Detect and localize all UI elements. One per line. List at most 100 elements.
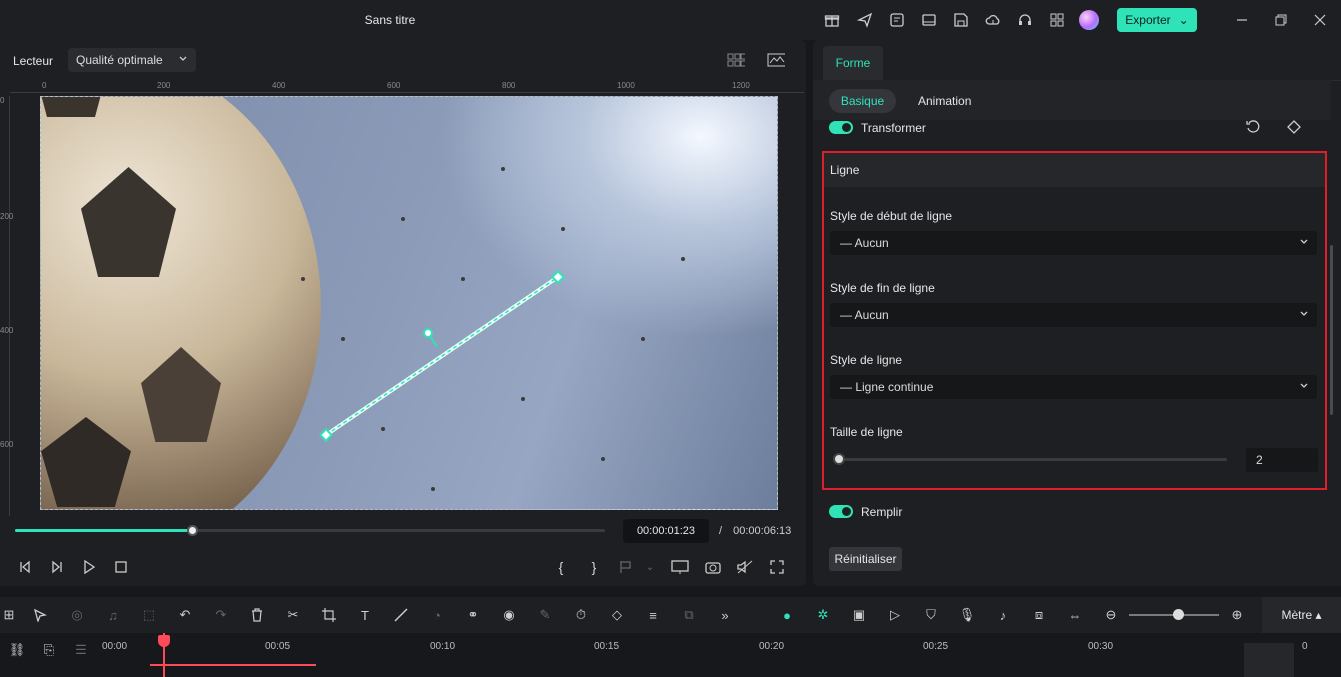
- total-time: 00:00:06:13: [733, 525, 792, 537]
- display-settings-icon[interactable]: [671, 558, 689, 576]
- export-button[interactable]: Exporter ⌄: [1117, 8, 1197, 32]
- grid-icon[interactable]: [1048, 11, 1066, 29]
- next-frame-icon[interactable]: [48, 558, 66, 576]
- unlink-icon[interactable]: ⛓: [8, 641, 26, 659]
- end-style-label: Style de fin de ligne: [830, 281, 935, 295]
- zoom-in-icon[interactable]: ⊕: [1228, 606, 1246, 624]
- layout-grid-icon[interactable]: ⊞: [0, 606, 18, 624]
- mark-in-icon[interactable]: {: [552, 558, 570, 576]
- crop-tool-icon[interactable]: ⬚: [140, 606, 158, 624]
- chevron-down-icon[interactable]: ⌄: [641, 558, 659, 576]
- delete-icon[interactable]: [248, 606, 266, 624]
- shield-icon[interactable]: ⛉: [922, 606, 940, 624]
- line-size-input[interactable]: 2: [1246, 448, 1318, 472]
- zoom-out-icon[interactable]: ⊖: [1102, 606, 1120, 624]
- window-title: Sans titre: [364, 13, 416, 27]
- line-settings-section: Ligne Style de début de ligne — Aucun St…: [822, 151, 1327, 490]
- panel-scrollbar[interactable]: [1330, 245, 1333, 415]
- timeline[interactable]: ⛓ ⎘ ☰ 00:00 00:05 00:10 00:15 00:20 00:2…: [0, 633, 1341, 677]
- audio-tool-icon[interactable]: ♫: [104, 606, 122, 624]
- fit-icon[interactable]: ⇔: [1066, 606, 1084, 624]
- preview-icon[interactable]: ▷: [886, 606, 904, 624]
- line-icon[interactable]: [392, 606, 410, 624]
- save-icon[interactable]: [952, 11, 970, 29]
- restore-icon[interactable]: [1273, 12, 1289, 28]
- close-icon[interactable]: [1312, 12, 1328, 28]
- music-list-icon[interactable]: ♪: [994, 606, 1012, 624]
- headset-icon[interactable]: [1016, 11, 1034, 29]
- ai-edit-icon[interactable]: ✎: [536, 606, 554, 624]
- current-time[interactable]: 00:00:01:23: [623, 519, 709, 543]
- snapshot-icon[interactable]: [704, 558, 722, 576]
- playback-scrubber[interactable]: [15, 525, 605, 536]
- line-section-header: Ligne: [824, 153, 1325, 187]
- mix-icon[interactable]: ⧈: [1030, 606, 1048, 624]
- render-icon[interactable]: ▣: [850, 606, 868, 624]
- timeline-tick: 00:15: [594, 641, 620, 652]
- stop-icon[interactable]: [112, 558, 130, 576]
- cloud-upload-icon[interactable]: [984, 11, 1002, 29]
- reset-icon[interactable]: [1244, 118, 1262, 136]
- tab-forme[interactable]: Forme: [823, 46, 883, 80]
- scrubber-handle[interactable]: [187, 525, 198, 536]
- fill-toggle[interactable]: [829, 505, 853, 518]
- quality-value: Qualité optimale: [76, 53, 163, 67]
- preview-canvas[interactable]: [40, 96, 778, 510]
- link-icon[interactable]: ⎘: [40, 641, 58, 659]
- ruler-tick: 600: [387, 81, 401, 90]
- timeline-tick: 00:20: [759, 641, 785, 652]
- line-size-slider[interactable]: [833, 453, 1227, 465]
- send-icon[interactable]: [856, 11, 874, 29]
- reset-button[interactable]: Réinitialiser: [829, 547, 902, 571]
- ruler-tick: 400: [272, 81, 286, 90]
- grid-view-icon[interactable]: [727, 51, 745, 69]
- ruler-tick: 600: [0, 440, 14, 449]
- track-icon[interactable]: ☰: [72, 641, 90, 659]
- more-icon[interactable]: »: [716, 606, 734, 624]
- subtab-basic[interactable]: Basique: [829, 89, 896, 113]
- start-style-dropdown[interactable]: — Aucun: [830, 231, 1317, 255]
- play-icon[interactable]: [80, 558, 98, 576]
- subtab-animation[interactable]: Animation: [918, 94, 971, 108]
- speed-icon[interactable]: ◔: [428, 606, 446, 624]
- undo-icon[interactable]: ↶: [176, 606, 194, 624]
- ai-tool-icon[interactable]: ◎: [68, 606, 86, 624]
- mark-out-icon[interactable]: }: [585, 558, 603, 576]
- transform-toggle[interactable]: [829, 121, 853, 134]
- audio-meter-toggle[interactable]: Mètre ▴: [1262, 597, 1341, 633]
- ai-copilot-icon[interactable]: ●: [778, 606, 796, 624]
- marker-icon[interactable]: [617, 558, 635, 576]
- playhead-handle[interactable]: [158, 635, 170, 647]
- avatar[interactable]: [1079, 10, 1099, 30]
- select-tool-icon[interactable]: [31, 606, 49, 624]
- minimize-icon[interactable]: [1234, 12, 1250, 28]
- gift-icon[interactable]: [823, 11, 841, 29]
- snap-icon[interactable]: ✲: [814, 606, 832, 624]
- keyframe-tool-icon[interactable]: ◇: [608, 606, 626, 624]
- ai-audio-icon[interactable]: ◉: [500, 606, 518, 624]
- quality-dropdown[interactable]: Qualité optimale: [68, 48, 196, 72]
- timer-icon[interactable]: ⏱: [572, 606, 590, 624]
- microphone-icon[interactable]: 🎙: [958, 606, 976, 624]
- keyframe-icon[interactable]: [1285, 118, 1303, 136]
- fullscreen-icon[interactable]: [768, 558, 786, 576]
- waveform-monitor-icon[interactable]: [767, 51, 785, 69]
- previous-frame-icon[interactable]: [16, 558, 34, 576]
- zoom-slider-handle[interactable]: [1173, 609, 1184, 620]
- redo-icon[interactable]: ↷: [212, 606, 230, 624]
- line-style-dropdown[interactable]: — Ligne continue: [830, 375, 1317, 399]
- timeline-tick: 00:10: [430, 641, 456, 652]
- ai-text-icon[interactable]: ⧉: [680, 606, 698, 624]
- layout-icon[interactable]: [920, 11, 938, 29]
- scissors-icon[interactable]: ✂: [284, 606, 302, 624]
- text-icon[interactable]: T: [356, 606, 374, 624]
- export-label: Exporter: [1125, 13, 1171, 27]
- end-style-dropdown[interactable]: — Aucun: [830, 303, 1317, 327]
- color-icon[interactable]: ⚭: [464, 606, 482, 624]
- line-size-slider-handle[interactable]: [833, 453, 845, 465]
- adjust-icon[interactable]: ≡: [644, 606, 662, 624]
- crop-icon[interactable]: [320, 606, 338, 624]
- tasks-icon[interactable]: [888, 11, 906, 29]
- line-shape[interactable]: [41, 97, 778, 510]
- audio-mute-icon[interactable]: [736, 558, 754, 576]
